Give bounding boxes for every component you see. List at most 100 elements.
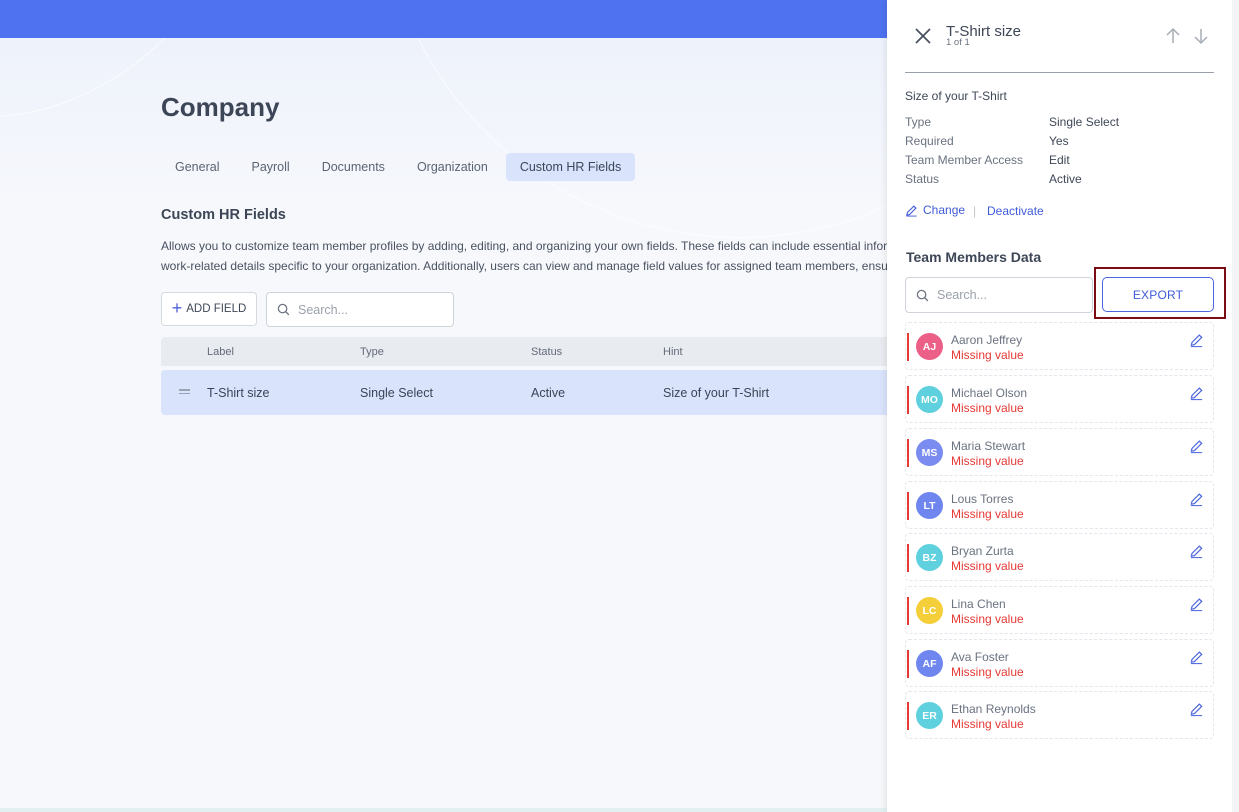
member-name: Ava Foster <box>951 650 1009 664</box>
member-status: Missing value <box>951 507 1024 521</box>
panel-record-counter: 1 of 1 <box>946 37 970 48</box>
tab-custom-hr-fields[interactable]: Custom HR Fields <box>505 153 636 181</box>
avatar: AF <box>916 650 943 677</box>
field-search-input[interactable] <box>298 302 438 317</box>
row-type: Single Select <box>360 385 433 400</box>
member-name: Bryan Zurta <box>951 544 1014 558</box>
avatar: MS <box>916 439 943 466</box>
missing-indicator <box>907 386 909 414</box>
property-label: Required <box>905 134 954 148</box>
property-label: Team Member Access <box>905 153 1024 167</box>
section-description-line: Allows you to customize team member prof… <box>161 239 887 253</box>
property-value: Edit <box>1049 153 1070 167</box>
deactivate-label: Deactivate <box>987 204 1044 218</box>
field-search-box[interactable] <box>266 292 454 327</box>
pencil-icon[interactable] <box>1189 597 1204 612</box>
member-status: Missing value <box>951 665 1024 679</box>
member-search-input[interactable] <box>937 288 1077 302</box>
member-status: Missing value <box>951 454 1024 468</box>
list-item[interactable]: MS Maria Stewart Missing value <box>905 428 1214 476</box>
team-members-title: Team Members Data <box>906 249 1042 265</box>
member-name: Ethan Reynolds <box>951 702 1036 716</box>
column-header-type: Type <box>360 345 384 358</box>
pencil-icon <box>906 204 917 217</box>
member-status: Missing value <box>951 717 1024 731</box>
member-name: Lina Chen <box>951 597 1006 611</box>
arrow-up-icon[interactable] <box>1164 26 1182 46</box>
row-hint: Size of your T-Shirt <box>663 385 770 400</box>
plus-icon: + <box>171 298 183 318</box>
close-icon[interactable] <box>913 26 933 46</box>
property-value: Single Select <box>1049 115 1120 129</box>
pencil-icon[interactable] <box>1189 386 1204 401</box>
pencil-icon[interactable] <box>1189 333 1204 348</box>
member-name: Aaron Jeffrey <box>951 333 1023 347</box>
member-status: Missing value <box>951 559 1024 573</box>
pencil-icon[interactable] <box>1189 492 1204 507</box>
tab-documents[interactable]: Documents <box>308 153 399 181</box>
search-icon <box>277 303 290 316</box>
panel-scroll-edge <box>1232 0 1239 812</box>
change-label: Change <box>923 203 966 217</box>
member-status: Missing value <box>951 348 1024 362</box>
avatar: BZ <box>916 544 943 571</box>
pencil-icon[interactable] <box>1189 439 1204 454</box>
field-hint: Size of your T-Shirt <box>905 89 1007 103</box>
avatar: AJ <box>916 333 943 360</box>
list-item[interactable]: LC Lina Chen Missing value <box>905 586 1214 634</box>
missing-indicator <box>907 597 909 625</box>
table-header: Label Type Status Hint <box>161 337 901 366</box>
avatar: MO <box>916 386 943 413</box>
missing-indicator <box>907 702 909 730</box>
pencil-icon[interactable] <box>1189 650 1204 665</box>
missing-indicator <box>907 544 909 572</box>
property-value: Yes <box>1049 134 1069 148</box>
missing-indicator <box>907 492 909 520</box>
list-item[interactable]: LT Lous Torres Missing value <box>905 481 1214 529</box>
tab-bar: General Payroll Documents Organization C… <box>161 153 639 181</box>
avatar: LC <box>916 597 943 624</box>
add-field-label: ADD FIELD <box>186 303 247 315</box>
tab-organization[interactable]: Organization <box>403 153 502 181</box>
list-item[interactable]: BZ Bryan Zurta Missing value <box>905 533 1214 581</box>
column-header-label: Label <box>207 345 234 358</box>
avatar: LT <box>916 492 943 519</box>
drag-handle-icon[interactable] <box>179 389 190 395</box>
section-title: Custom HR Fields <box>161 207 286 223</box>
list-item[interactable]: AJ Aaron Jeffrey Missing value <box>905 322 1214 370</box>
panel-divider <box>905 72 1214 73</box>
search-icon <box>916 289 929 301</box>
page-title: Company <box>161 92 280 122</box>
list-item[interactable]: ER Ethan Reynolds Missing value <box>905 691 1214 739</box>
section-description-line: work-related details specific to your or… <box>161 259 887 273</box>
member-status: Missing value <box>951 612 1024 626</box>
pencil-icon[interactable] <box>1189 702 1204 717</box>
change-button[interactable]: Change <box>905 203 965 217</box>
deactivate-button[interactable]: Deactivate <box>987 204 1044 218</box>
property-label: Type <box>905 115 932 129</box>
missing-indicator <box>907 650 909 678</box>
column-header-hint: Hint <box>663 345 683 358</box>
list-item[interactable]: MO Michael Olson Missing value <box>905 375 1214 423</box>
property-value: Active <box>1049 172 1082 186</box>
avatar: ER <box>916 702 943 729</box>
list-item[interactable]: AF Ava Foster Missing value <box>905 639 1214 687</box>
row-label: T-Shirt size <box>207 385 270 400</box>
arrow-down-icon[interactable] <box>1192 26 1210 46</box>
table-row[interactable]: T-Shirt size Single Select Active Size o… <box>161 370 901 415</box>
column-header-status: Status <box>531 345 563 358</box>
member-status: Missing value <box>951 401 1024 415</box>
export-button[interactable]: EXPORT <box>1102 277 1214 312</box>
tab-payroll[interactable]: Payroll <box>237 153 303 181</box>
section-description: Allows you to customize team member prof… <box>161 236 887 276</box>
missing-indicator <box>907 439 909 467</box>
member-name: Maria Stewart <box>951 439 1026 453</box>
row-status: Active <box>531 385 566 400</box>
property-label: Status <box>905 172 940 186</box>
add-field-button[interactable]: + ADD FIELD <box>161 292 257 326</box>
missing-indicator <box>907 333 909 361</box>
pencil-icon[interactable] <box>1189 544 1204 559</box>
link-separator: | <box>973 204 977 218</box>
tab-general[interactable]: General <box>161 153 233 181</box>
member-search-box[interactable] <box>905 277 1093 313</box>
